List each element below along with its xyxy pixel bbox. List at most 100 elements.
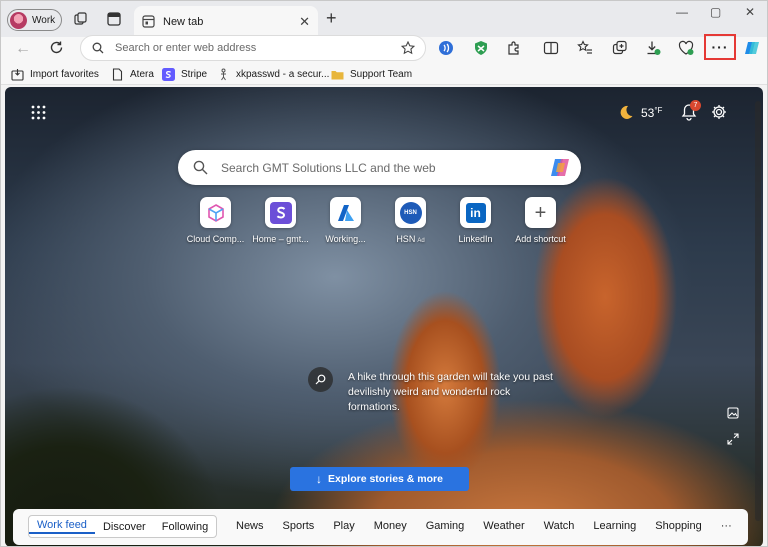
tab-actions-icon[interactable] xyxy=(107,12,121,26)
shortcut-home-gmt[interactable]: Home – gmt... xyxy=(248,197,313,244)
browser-essentials-icon[interactable] xyxy=(678,40,694,56)
minimize-icon[interactable]: — xyxy=(676,5,688,19)
copilot-icon[interactable] xyxy=(743,39,761,57)
feed-navigation-bar: Work feed Discover Following News Sports… xyxy=(13,509,748,545)
search-icon xyxy=(92,42,104,54)
extension-blue-icon[interactable] xyxy=(438,40,454,56)
shortcut-label-row: HSN Ad xyxy=(396,234,424,244)
browser-window: Work New tab ✕ + — ▢ ✕ ← Search or enter… xyxy=(0,0,768,547)
shortcut-tile xyxy=(265,197,296,228)
category-shopping[interactable]: Shopping xyxy=(655,520,702,532)
shortcut-tile: + xyxy=(525,197,556,228)
downloads-icon[interactable] xyxy=(645,40,661,56)
tab-discover[interactable]: Discover xyxy=(95,521,154,533)
shortcut-label: Add shortcut xyxy=(515,234,566,244)
category-weather[interactable]: Weather xyxy=(483,520,524,532)
favorite-star-icon[interactable] xyxy=(401,41,415,55)
favorite-label: Import favorites xyxy=(30,68,99,80)
category-money[interactable]: Money xyxy=(374,520,407,532)
page-settings-gear-icon[interactable] xyxy=(711,104,727,120)
xkpasswd-icon xyxy=(221,68,226,80)
linkedin-icon: in xyxy=(465,202,486,223)
tab-bar: Work New tab ✕ + — ▢ ✕ xyxy=(1,1,767,37)
expand-icon[interactable] xyxy=(727,433,739,445)
category-learning[interactable]: Learning xyxy=(593,520,636,532)
extensions-puzzle-icon[interactable] xyxy=(506,40,522,56)
favorites-icon[interactable] xyxy=(577,40,593,56)
search-icon xyxy=(193,160,208,175)
shortcut-hsn[interactable]: HSN HSN Ad xyxy=(378,197,443,244)
ad-badge: Ad xyxy=(417,238,425,244)
shortcuts-row: Cloud Comp... Home – gmt... Working... H… xyxy=(183,197,573,244)
web-search-box[interactable]: Search GMT Solutions LLC and the web xyxy=(178,150,581,185)
feed-tabs: Work feed Discover Following xyxy=(28,515,218,538)
window-close-icon[interactable]: ✕ xyxy=(745,5,755,19)
category-news[interactable]: News xyxy=(236,520,264,532)
arrow-down-icon: ↓ xyxy=(316,472,323,486)
favorite-label: Stripe xyxy=(181,68,208,80)
shortcut-working[interactable]: Working... xyxy=(313,197,378,244)
shortcut-cloud-comp[interactable]: Cloud Comp... xyxy=(183,197,248,244)
favorites-bar: Import favorites Atera Stripe xkpasswd -… xyxy=(1,63,767,85)
add-shortcut-button[interactable]: + Add shortcut xyxy=(508,197,573,244)
hsn-icon: HSN xyxy=(399,201,422,224)
favorite-label: Support Team xyxy=(350,68,413,80)
stripe-icon xyxy=(162,67,175,81)
tab-title: New tab xyxy=(163,15,204,28)
tab-following[interactable]: Following xyxy=(154,521,216,533)
notification-badge: 7 xyxy=(690,100,701,111)
category-sports[interactable]: Sports xyxy=(283,520,315,532)
page-scrollbar[interactable] xyxy=(755,101,761,521)
collections-icon[interactable] xyxy=(612,40,628,56)
shortcut-label: HSN xyxy=(396,234,416,244)
more-dots-icon: ··· xyxy=(711,39,729,55)
favorite-stripe[interactable]: Stripe xyxy=(162,66,207,82)
tab-work-feed[interactable]: Work feed xyxy=(29,519,95,534)
category-play[interactable]: Play xyxy=(333,520,354,532)
refresh-icon[interactable] xyxy=(49,40,64,55)
favorite-atera[interactable]: Atera xyxy=(111,66,154,82)
shortcut-tile xyxy=(200,197,231,228)
image-info-button[interactable] xyxy=(308,367,333,392)
address-input[interactable]: Search or enter web address xyxy=(115,42,256,54)
favorite-xkpasswd[interactable]: xkpasswd - a secur... xyxy=(217,66,329,82)
profile-label: Work xyxy=(32,14,56,26)
category-watch[interactable]: Watch xyxy=(544,520,575,532)
favorite-import[interactable]: Import favorites xyxy=(11,66,99,82)
shortcut-linkedin[interactable]: in LinkedIn xyxy=(443,197,508,244)
more-categories-icon[interactable]: ··· xyxy=(721,520,732,532)
new-tab-plus-icon[interactable]: + xyxy=(326,9,337,27)
shortcut-label: Working... xyxy=(325,234,366,244)
address-bar[interactable]: Search or enter web address xyxy=(80,35,426,61)
tab-new-tab[interactable]: New tab ✕ xyxy=(134,6,318,37)
image-gallery-icon[interactable] xyxy=(727,407,739,419)
explore-stories-button[interactable]: ↓ Explore stories & more xyxy=(290,467,469,491)
feed-categories: News Sports Play Money Gaming Weather Wa… xyxy=(236,520,751,532)
new-tab-page: 53 °F 7 Search GMT Solutions LLC and the… xyxy=(5,87,763,546)
image-caption: A hike through this garden will take you… xyxy=(348,371,553,413)
moon-icon xyxy=(620,105,633,119)
new-tab-page-icon xyxy=(142,15,155,28)
shortcut-label: LinkedIn xyxy=(458,234,493,244)
page-icon xyxy=(112,67,123,81)
category-gaming[interactable]: Gaming xyxy=(426,520,465,532)
cube-icon xyxy=(207,203,224,222)
favorite-label: xkpasswd - a secur... xyxy=(236,68,330,80)
favorite-support-team[interactable]: Support Team xyxy=(331,66,412,82)
profile-button[interactable]: Work xyxy=(7,9,62,31)
close-tab-icon[interactable]: ✕ xyxy=(299,15,310,28)
s-letter-icon xyxy=(269,201,292,224)
weather-unit: °F xyxy=(654,105,663,115)
shortcut-tile: in xyxy=(460,197,491,228)
web-search-input[interactable]: Search GMT Solutions LLC and the web xyxy=(221,161,436,175)
shield-extension-icon[interactable] xyxy=(473,40,489,56)
app-launcher-icon[interactable] xyxy=(31,105,46,120)
workspaces-icon[interactable] xyxy=(74,12,88,26)
settings-and-more-button[interactable]: ··· xyxy=(704,34,736,60)
split-screen-icon[interactable] xyxy=(543,40,559,56)
search-icon xyxy=(315,374,326,385)
restore-icon[interactable]: ▢ xyxy=(710,5,721,19)
copilot-icon[interactable] xyxy=(548,155,573,180)
back-icon[interactable]: ← xyxy=(15,41,31,57)
weather-widget[interactable]: 53 °F xyxy=(617,104,662,121)
